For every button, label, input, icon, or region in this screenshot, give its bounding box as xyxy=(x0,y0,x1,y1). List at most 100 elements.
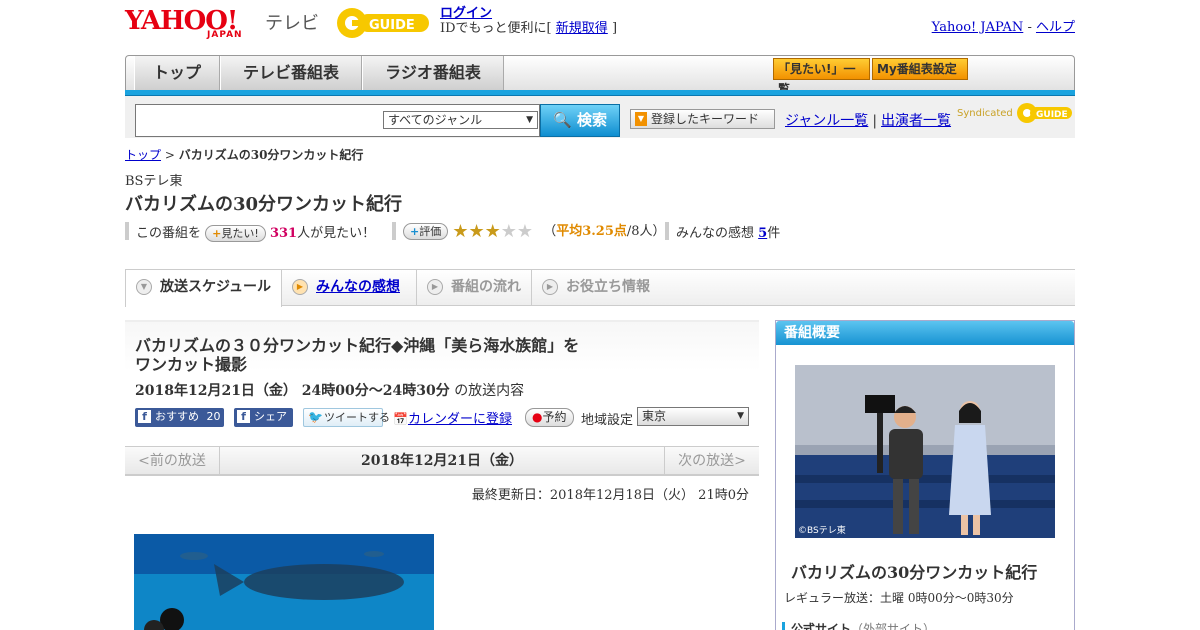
play-icon: ▶ xyxy=(542,279,558,295)
header-link-separator: - xyxy=(1027,20,1032,35)
nav-tab-radio-schedule[interactable]: ラジオ番組表 xyxy=(362,56,504,90)
star-icon: ★ xyxy=(484,221,501,242)
program-summary-heading: 番組概要 xyxy=(776,321,1074,345)
program-main-photo[interactable]: ©BSテレ東 xyxy=(795,365,1055,538)
photo-credit: ©BSテレ東 xyxy=(798,526,846,536)
episode-date: 2018年12月21日（金） 24時00分～24時30分 の放送内容 xyxy=(135,380,524,400)
chevron-down-icon: ▼ xyxy=(737,411,744,421)
facebook-icon: f xyxy=(138,410,151,423)
sidebar-program-title: バカリズムの30分ワンカット紀行 xyxy=(791,563,1038,582)
next-broadcast-link[interactable]: 次の放送> xyxy=(664,447,759,475)
chevron-down-icon: ▼ xyxy=(526,115,533,125)
mitai-list-button[interactable]: 「見たい!」一覧 xyxy=(773,58,870,96)
star-icon: ★ xyxy=(500,221,517,242)
cast-list-link[interactable]: 出演者一覧 xyxy=(881,113,951,129)
breadcrumb-separator: > xyxy=(164,148,175,162)
genre-select-value: すべてのジャンル xyxy=(388,113,483,127)
triangle-down-icon: ▼ xyxy=(635,112,647,126)
mitai-prefix: この番組を xyxy=(136,226,202,241)
mitai-suffix: 人が見たい！ xyxy=(297,226,376,241)
mitai-button[interactable]: +見たい! xyxy=(205,225,266,242)
episode-title-line1: バカリズムの３０分ワンカット紀行◆沖縄「美ら海水族館」を xyxy=(135,336,580,355)
g-guide-logo-icon[interactable]: GUIDE xyxy=(335,6,431,40)
page-title: バカリズムの30分ワンカット紀行 xyxy=(125,194,403,215)
tab-schedule[interactable]: ▼ 放送スケジュール xyxy=(125,270,282,307)
nav-tab-top[interactable]: トップ xyxy=(134,56,220,90)
tweet-button[interactable]: 🐦 ツイートする xyxy=(303,408,390,427)
episode-photo[interactable] xyxy=(134,534,434,630)
calendar-link[interactable]: カレンダーに登録 xyxy=(408,412,512,427)
tab-flow-label: 番組の流れ xyxy=(451,279,521,295)
mitai-count: 331 xyxy=(269,226,298,241)
region-select[interactable]: 東京 ▼ xyxy=(637,407,749,426)
facebook-icon: f xyxy=(237,410,250,423)
rating-stars: ★★★★★ xyxy=(452,221,534,242)
search-button[interactable]: 🔍 検索 xyxy=(540,104,620,137)
keyword-button-label: 登録したキーワード xyxy=(651,112,760,126)
region-select-value: 東京 xyxy=(642,409,667,423)
reserve-button[interactable]: ●予約 xyxy=(525,408,574,427)
content-tabs: ▼ 放送スケジュール ▶ みんなの感想 ▶ 番組の流れ ▶ お役立ち情報 xyxy=(125,269,1075,307)
tab-reviews[interactable]: ▶ みんなの感想 xyxy=(282,270,417,306)
rate-button-label: 評価 xyxy=(419,225,442,238)
date-nav: <前の放送 2018年12月21日（金） 次の放送> xyxy=(125,446,759,476)
rating-section: +評価 ★★★★★ （平均3.25点/8人） xyxy=(403,220,666,242)
reviews-prefix: みんなの感想 xyxy=(676,226,755,241)
yahoo-logo[interactable]: YAHOO! JAPAN xyxy=(125,6,242,40)
rating-average: 平均3.25点 xyxy=(556,224,627,239)
register-link[interactable]: 新規取得 xyxy=(556,21,608,36)
episode-title: バカリズムの３０分ワンカット紀行◆沖縄「美ら海水族館」を ワンカット撮影 xyxy=(135,336,605,374)
episode-date-suffix: の放送内容 xyxy=(454,383,525,399)
nav-tab-tv-schedule[interactable]: テレビ番組表 xyxy=(220,56,362,90)
syndicated-g-guide: Syndicated GUIDE xyxy=(957,102,1072,124)
tab-info[interactable]: ▶ お役立ち情報 xyxy=(532,270,662,306)
yahoo-logo-sub: JAPAN xyxy=(207,30,243,40)
chevron-down-icon: ▼ xyxy=(136,279,152,295)
episode-title-line2: ワンカット撮影 xyxy=(135,355,248,374)
genre-select[interactable]: すべてのジャンル ▼ xyxy=(383,111,538,129)
fb-share-button[interactable]: f シェア xyxy=(234,408,293,427)
official-site-heading: 公式サイト（外部サイト） xyxy=(782,622,935,630)
fb-share-label: シェア xyxy=(254,410,287,423)
search-icon: 🔍 xyxy=(553,111,572,129)
hosts-photo-icon xyxy=(795,365,1055,538)
reviews-count-link[interactable]: 5 xyxy=(758,226,767,241)
tab-reviews-label: みんなの感想 xyxy=(316,279,400,295)
prev-broadcast-link[interactable]: <前の放送 xyxy=(125,447,220,475)
breadcrumb-top[interactable]: トップ xyxy=(125,148,161,162)
star-icon: ★ xyxy=(516,221,534,242)
calendar-register[interactable]: 📅カレンダーに登録 xyxy=(393,408,512,427)
help-link[interactable]: ヘルプ xyxy=(1036,20,1075,35)
divider xyxy=(392,222,396,240)
tab-info-label: お役立ち情報 xyxy=(566,279,650,295)
fb-recommend-label: おすすめ xyxy=(155,410,199,423)
breadcrumb: トップ > バカリズムの30分ワンカット紀行 xyxy=(125,146,363,163)
yahoo-japan-link[interactable]: Yahoo! JAPAN xyxy=(932,20,1024,35)
divider xyxy=(125,222,129,240)
star-icon: ★ xyxy=(452,221,469,242)
rating-paren-open: （ xyxy=(543,224,557,239)
play-icon: ▶ xyxy=(292,279,308,295)
g-guide-small-logo-icon: GUIDE xyxy=(1016,103,1072,123)
fb-recommend-button[interactable]: f おすすめ 20 xyxy=(135,408,224,427)
rating-row: この番組を +見たい! 331人が見たい！ +評価 ★★★★★ （平均3.25点… xyxy=(125,220,1075,242)
tab-flow[interactable]: ▶ 番組の流れ xyxy=(417,270,532,306)
page: YAHOO! JAPAN テレビ GUIDE ログイン IDでもっと便利に[ 新… xyxy=(125,0,1075,630)
keyword-button[interactable]: ▼ 登録したキーワード xyxy=(630,109,775,129)
svg-text:GUIDE: GUIDE xyxy=(1036,110,1068,120)
svg-text:GUIDE: GUIDE xyxy=(369,18,415,33)
program-summary-panel: 番組概要 ©BSテレ東 バカリズムの30分ワンカット紀行 レギュラー放送：土曜 … xyxy=(775,320,1075,630)
top-right-links: Yahoo! JAPAN - ヘルプ xyxy=(932,16,1075,35)
rate-button[interactable]: +評価 xyxy=(403,223,449,240)
plus-icon: + xyxy=(212,227,222,240)
login-note-suffix: ] xyxy=(611,21,618,36)
login-link[interactable]: ログイン xyxy=(440,6,492,21)
my-schedule-button[interactable]: My番組表設定 xyxy=(872,58,968,80)
divider xyxy=(665,222,669,240)
plus-icon: + xyxy=(410,225,420,238)
link-separator: | xyxy=(872,113,878,129)
mitai-button-label: 見たい! xyxy=(221,227,259,240)
genre-list-link[interactable]: ジャンル一覧 xyxy=(785,113,868,129)
fb-count: 20 xyxy=(206,410,221,423)
reviews-section: みんなの感想 5件 xyxy=(676,222,780,241)
